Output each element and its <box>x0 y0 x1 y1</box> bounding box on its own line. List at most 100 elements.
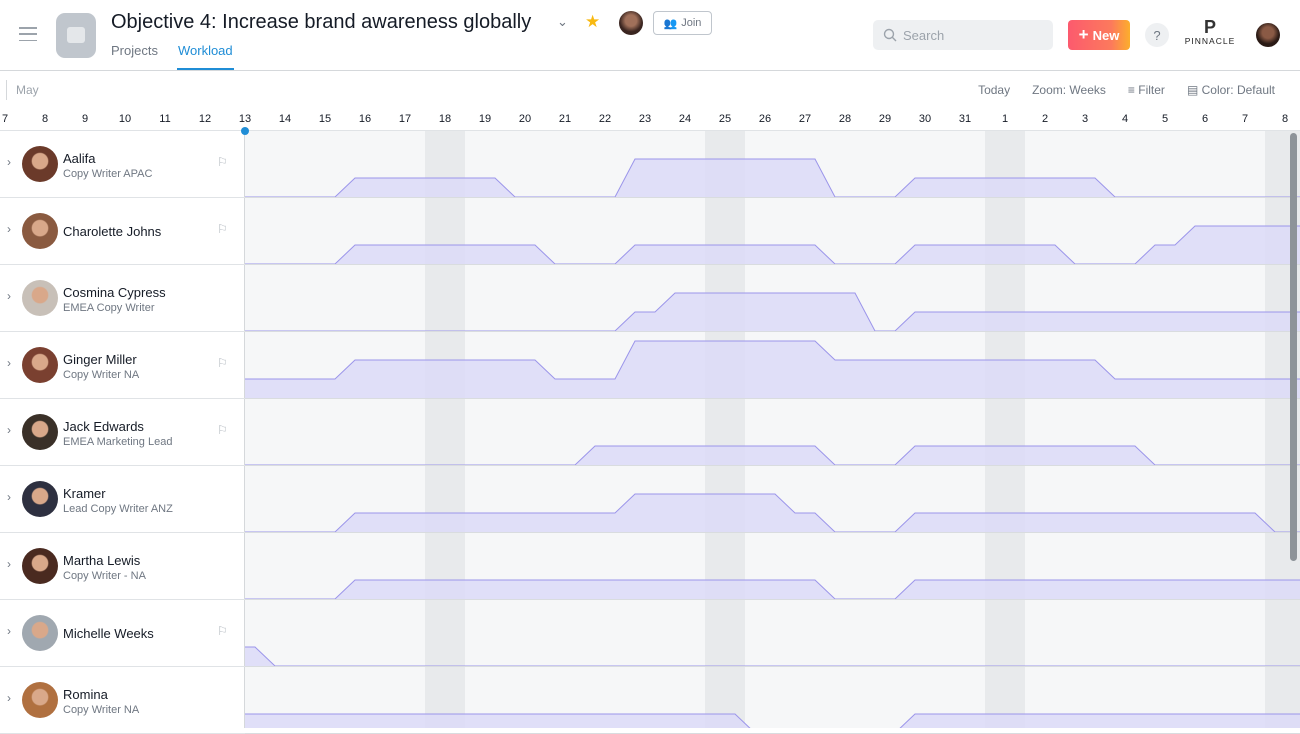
person-name: Michelle Weeks <box>63 626 154 641</box>
day-label: 1 <box>1001 113 1009 125</box>
person-role: Copy Writer - NA <box>63 570 146 582</box>
person-role: Lead Copy Writer ANZ <box>63 503 173 515</box>
brand-logo[interactable]: P PINNACLE <box>1183 18 1237 46</box>
month-label: May <box>6 80 39 100</box>
day-label: 17 <box>398 113 412 125</box>
chevron-right-icon[interactable]: › <box>7 289 11 303</box>
page-title: Objective 4: Increase brand awareness gl… <box>111 11 532 33</box>
workload-area[interactable] <box>245 647 1300 666</box>
person-role: Copy Writer NA <box>63 369 140 381</box>
flag-icon[interactable]: ⚐ <box>217 222 228 236</box>
chevron-right-icon[interactable]: › <box>7 222 11 236</box>
people-icon: 👥 <box>663 17 678 30</box>
chevron-right-icon[interactable]: › <box>7 624 11 638</box>
vertical-scrollbar[interactable] <box>1290 133 1297 561</box>
day-label: 31 <box>958 113 972 125</box>
today-button[interactable]: Today <box>978 83 1010 97</box>
chevron-right-icon[interactable]: › <box>7 490 11 504</box>
help-button[interactable]: ? <box>1145 23 1169 47</box>
workload-area[interactable] <box>245 714 1300 728</box>
avatar <box>22 682 58 718</box>
join-button[interactable]: 👥 Join <box>653 11 712 35</box>
avatar <box>22 548 58 584</box>
chevron-right-icon[interactable]: › <box>7 423 11 437</box>
person-name: Romina <box>63 687 108 702</box>
workload-area[interactable] <box>245 446 1300 465</box>
color-label: Color: Default <box>1201 83 1275 97</box>
row-divider <box>245 398 1300 399</box>
day-label: 15 <box>318 113 332 125</box>
chevron-right-icon[interactable]: › <box>7 691 11 705</box>
filter-icon: ≡ <box>1127 83 1135 97</box>
chevron-right-icon[interactable]: › <box>7 356 11 370</box>
person-name: Cosmina Cypress <box>63 285 166 300</box>
paint-brush-icon: ▤ <box>1186 83 1199 97</box>
user-avatar[interactable] <box>1256 23 1280 47</box>
person-row[interactable]: › Kramer Lead Copy Writer ANZ <box>0 466 245 533</box>
flag-icon[interactable]: ⚐ <box>217 356 228 370</box>
day-label: 4 <box>1121 113 1129 125</box>
flag-icon[interactable]: ⚐ <box>217 423 228 437</box>
person-row[interactable]: › Aalifa Copy Writer APAC ⚐ <box>0 131 245 198</box>
plus-icon: + <box>1078 25 1089 44</box>
tab-workload[interactable]: Workload <box>176 43 234 70</box>
day-label: 6 <box>1201 113 1209 125</box>
day-label: 14 <box>278 113 292 125</box>
person-row[interactable]: › Michelle Weeks ⚐ <box>0 600 245 667</box>
person-row[interactable]: › Jack Edwards EMEA Marketing Lead ⚐ <box>0 399 245 466</box>
day-label: 7 <box>1241 113 1249 125</box>
star-icon[interactable]: ★ <box>585 12 600 32</box>
chevron-right-icon[interactable]: › <box>7 155 11 169</box>
avatar <box>22 615 58 651</box>
chevron-right-icon[interactable]: › <box>7 557 11 571</box>
person-role: Copy Writer APAC <box>63 168 153 180</box>
filter-button[interactable]: ≡ Filter <box>1128 83 1165 97</box>
workload-grid <box>245 131 1300 728</box>
person-row[interactable]: › Cosmina Cypress EMEA Copy Writer <box>0 265 245 332</box>
person-row[interactable]: › Ginger Miller Copy Writer NA ⚐ <box>0 332 245 399</box>
person-role: EMEA Marketing Lead <box>63 436 173 448</box>
avatar <box>22 146 58 182</box>
day-label: 8 <box>41 113 49 125</box>
avatar <box>22 280 58 316</box>
day-label: 13 <box>238 113 252 125</box>
zoom-button[interactable]: Zoom: Weeks <box>1032 83 1106 97</box>
person-row[interactable]: › Romina Copy Writer NA <box>0 667 245 734</box>
day-label: 23 <box>638 113 652 125</box>
tab-projects[interactable]: Projects <box>111 43 158 70</box>
new-label: New <box>1092 27 1120 43</box>
people-list: › Aalifa Copy Writer APAC ⚐ › Charolette … <box>0 131 245 734</box>
person-name: Charolette Johns <box>63 224 162 239</box>
day-label: 21 <box>558 113 572 125</box>
person-row[interactable]: › Martha Lewis Copy Writer - NA <box>0 533 245 600</box>
owner-avatar[interactable] <box>619 11 643 35</box>
day-label: 27 <box>798 113 812 125</box>
person-row[interactable]: › Charolette Johns ⚐ <box>0 198 245 265</box>
color-button[interactable]: ▤ Color: Default <box>1187 83 1275 97</box>
project-icon <box>56 13 96 58</box>
new-button[interactable]: + New <box>1068 20 1130 50</box>
day-label: 11 <box>159 113 171 125</box>
avatar <box>22 347 58 383</box>
person-role: EMEA Copy Writer <box>63 302 155 314</box>
chevron-down-icon[interactable]: ⌄ <box>557 14 568 30</box>
workload-toolbar: May Today Zoom: Weeks ≡ Filter ▤ Color: … <box>0 72 1300 108</box>
day-label: 12 <box>198 113 212 125</box>
row-divider <box>245 264 1300 265</box>
day-label: 30 <box>918 113 932 125</box>
search-icon <box>883 28 897 42</box>
day-label: 5 <box>1161 113 1169 125</box>
search-input[interactable]: Search <box>873 20 1053 50</box>
workload-line <box>245 646 1300 667</box>
join-label: Join <box>681 17 702 29</box>
day-label: 8 <box>1281 113 1289 125</box>
flag-icon[interactable]: ⚐ <box>217 624 228 638</box>
menu-icon[interactable] <box>19 27 37 41</box>
day-label: 25 <box>718 113 732 125</box>
day-label: 22 <box>598 113 612 125</box>
workload-area[interactable] <box>245 341 1300 398</box>
flag-icon[interactable]: ⚐ <box>217 155 228 169</box>
day-label: 20 <box>518 113 532 125</box>
top-bar: Objective 4: Increase brand awareness gl… <box>0 0 1300 71</box>
workload-area[interactable] <box>245 580 1300 599</box>
